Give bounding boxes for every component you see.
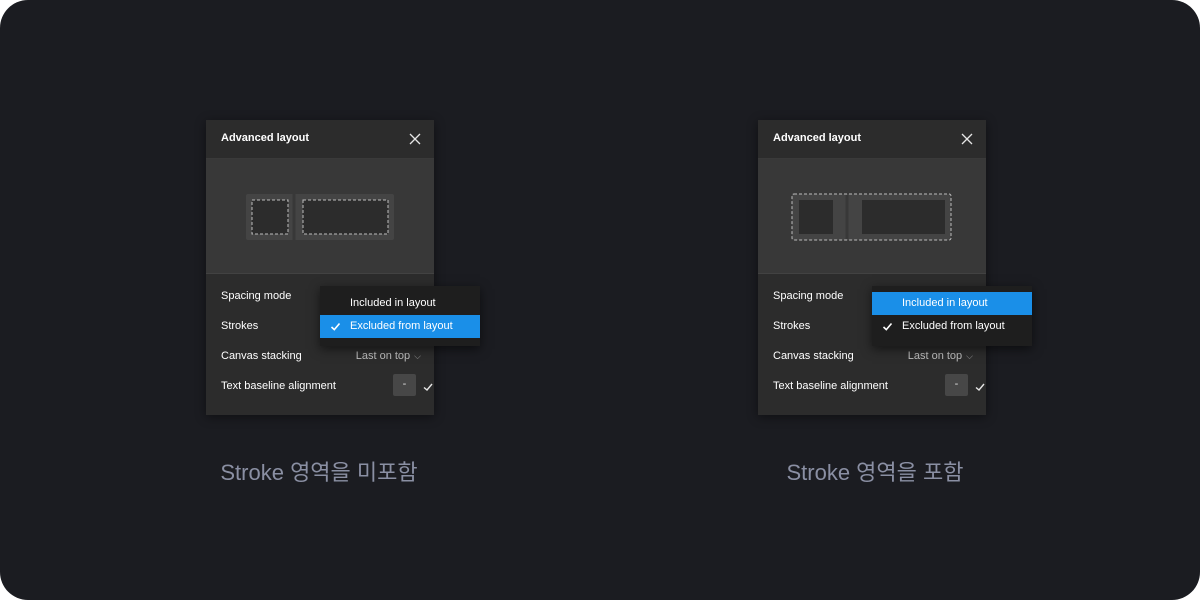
strokes-dropdown-menu-right: Included in layout Excluded from layout [872,286,1032,346]
canvas-stacking-row[interactable]: Canvas stacking Last on top ⌵ [221,348,421,366]
menu-item-included-in-layout[interactable]: Included in layout [872,292,1032,315]
text-baseline-label: Text baseline alignment [773,380,888,392]
panel-title: Advanced layout [773,132,862,144]
chevron-down-icon: ⌵ [966,351,973,361]
panel-header: Advanced layout [206,120,434,159]
canvas-stacking-value: Last on top [907,350,963,362]
check-icon [882,321,893,332]
text-baseline-toggle[interactable]: - [945,374,968,396]
menu-item-excluded-from-layout[interactable]: Excluded from layout [320,315,480,338]
check-icon[interactable] [974,380,986,392]
panel-header: Advanced layout [758,120,986,159]
advanced-layout-panel-right: Advanced layout Spacing mode Strokes Can… [758,120,986,415]
caption-stroke-excluded: Stroke 영역을 미포함 [220,460,418,485]
text-baseline-toggle[interactable]: - [393,374,416,396]
strokes-dropdown-menu-left: Included in layout Excluded from layout [320,286,480,346]
canvas-stacking-row[interactable]: Canvas stacking Last on top ⌵ [773,348,973,366]
spacing-mode-label: Spacing mode [221,290,292,302]
text-baseline-row: Text baseline alignment - [221,374,433,396]
menu-item-label: Included in layout [350,297,436,309]
menu-item-label: Excluded from layout [902,320,1005,332]
caption-stroke-included: Stroke 영역을 포함 [786,460,964,485]
menu-item-label: Included in layout [902,297,988,309]
panel-title: Advanced layout [221,132,310,144]
close-icon[interactable] [960,132,974,146]
chevron-down-icon: ⌵ [414,351,421,361]
canvas-background: Advanced layout Spacing mode Strokes Can… [0,0,1200,600]
stroke-excluded-illustration [246,194,394,240]
menu-item-excluded-from-layout[interactable]: Excluded from layout [872,315,1032,338]
layout-preview [206,159,434,274]
strokes-label: Strokes [773,320,811,332]
menu-item-included-in-layout[interactable]: Included in layout [320,292,480,315]
canvas-stacking-select[interactable]: Last on top ⌵ [908,350,973,362]
advanced-layout-panel-left: Advanced layout Spacing mode Strokes Can… [206,120,434,415]
text-baseline-row: Text baseline alignment - [773,374,985,396]
canvas-stacking-value: Last on top [355,350,411,362]
stroke-included-illustration [791,193,952,241]
check-icon [330,321,341,332]
layout-preview [758,159,986,274]
check-icon[interactable] [422,380,434,392]
close-icon[interactable] [408,132,422,146]
canvas-stacking-label: Canvas stacking [221,350,302,362]
canvas-stacking-select[interactable]: Last on top ⌵ [356,350,421,362]
canvas-stacking-label: Canvas stacking [773,350,854,362]
strokes-label: Strokes [221,320,259,332]
text-baseline-label: Text baseline alignment [221,380,336,392]
spacing-mode-label: Spacing mode [773,290,844,302]
menu-item-label: Excluded from layout [350,320,453,332]
